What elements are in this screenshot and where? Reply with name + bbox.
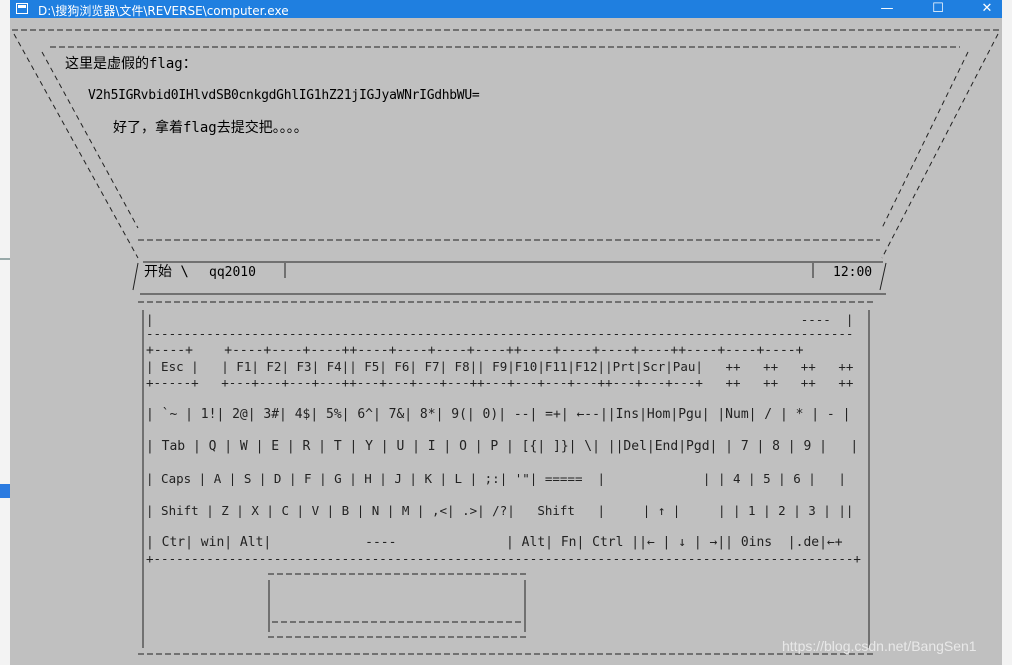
- keyboard-row-1a: +----+ +----+----+----++----+----+----+-…: [146, 343, 804, 358]
- console-app-icon: [16, 3, 28, 14]
- taskbar-right-slash: [879, 262, 887, 291]
- taskbar-clock: 12:00: [833, 265, 873, 280]
- monitor-left-inner: [41, 51, 139, 229]
- background-app-edge: [0, 0, 10, 665]
- keyboard-row-qwerty: | Tab | Q | W | E | R | T | Y | U | I | …: [146, 439, 859, 454]
- background-highlight: [0, 484, 10, 498]
- csdn-watermark: https://blog.csdn.net/BangSen1: [782, 638, 977, 654]
- keyboard-row-border: +---------------------------------------…: [146, 551, 861, 566]
- console-area: 这里是虚假的flag： V2h5IGRvbid0IHlvdSB0cnkgdGhl…: [10, 18, 1002, 665]
- keyboard-row-shift: | Shift | Z | X | C | V | B | N | M | ,<…: [146, 503, 854, 518]
- minimize-button[interactable]: —: [864, 0, 910, 18]
- background-mark: [0, 258, 10, 260]
- keyboard-row-function: | Esc | | F1| F2| F3| F4|| F5| F6| F7| F…: [146, 359, 854, 374]
- monitor-right-outer: [881, 33, 999, 259]
- close-button[interactable]: ✕: [964, 0, 1002, 18]
- keyboard-row-number: | `~ | 1!| 2@| 3#| 4$| 5%| 6^| 7&| 8*| 9…: [146, 407, 851, 422]
- ascii-art-frame: [12, 29, 1000, 655]
- fake-flag-label: 这里是虚假的flag：: [65, 56, 197, 72]
- keyboard-row-0: | ---- |: [146, 312, 854, 327]
- submit-hint-text: 好了，拿着flag去提交把。。。。: [113, 120, 308, 136]
- taskbar-left-slash: [132, 262, 139, 291]
- keyboard-row-bottom: | Ctr| win| Alt| ---- | Alt| Fn| Ctrl ||…: [146, 535, 843, 550]
- window-title: D:\搜狗浏览器\文件\REVERSE\computer.exe: [38, 4, 289, 18]
- console-window: D:\搜狗浏览器\文件\REVERSE\computer.exe — ☐ ✕ 这…: [10, 0, 1002, 665]
- taskbar-start: 开始 \: [144, 264, 189, 280]
- title-bar[interactable]: D:\搜狗浏览器\文件\REVERSE\computer.exe — ☐ ✕: [10, 0, 1002, 18]
- keyboard-row-1b: +-----+ +---+---+---+---++---+---+---+--…: [146, 375, 854, 390]
- encoded-flag-text: V2h5IGRvbid0IHlvdSB0cnkgdGhlIG1hZ21jIGJy…: [88, 88, 480, 103]
- monitor-right-inner: [881, 51, 969, 229]
- taskbar-user: qq2010: [209, 265, 256, 280]
- keyboard-row-home: | Caps | A | S | D | F | G | H | J | K |…: [146, 471, 846, 486]
- keyboard-row-0b: ----------------------------------------…: [146, 326, 854, 341]
- maximize-button[interactable]: ☐: [915, 0, 961, 18]
- background-app-edge-right: [1002, 0, 1012, 665]
